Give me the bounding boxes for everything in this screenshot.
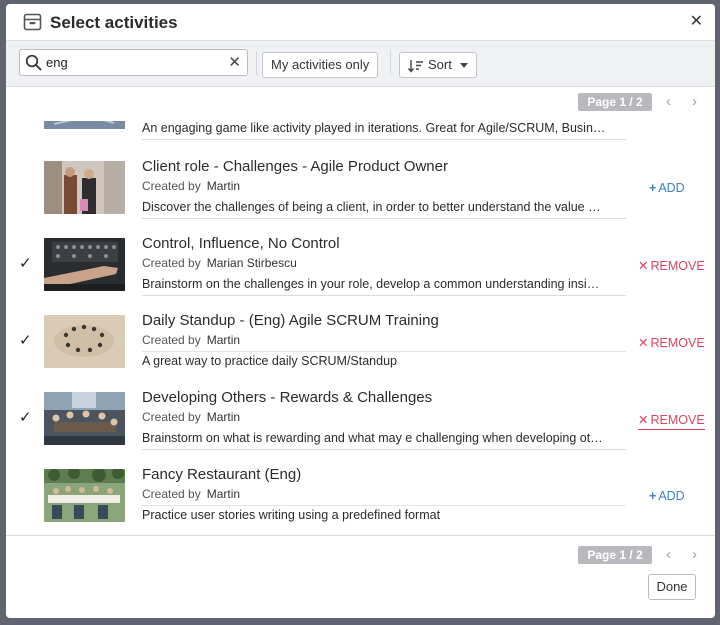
activity-thumbnail xyxy=(44,469,125,522)
list-item[interactable]: ✓ Developing Others - Rewards & Challeng… xyxy=(6,389,715,466)
page-indicator: Page 1 / 2 xyxy=(578,93,652,111)
toolbar-divider xyxy=(256,51,257,75)
row-divider xyxy=(142,351,626,352)
action-label: REMOVE xyxy=(650,336,705,350)
add-activity-button[interactable]: + ADD xyxy=(649,489,685,503)
pager-bottom: Page 1 / 2 ‹ › xyxy=(578,546,708,564)
my-activities-only-button[interactable]: My activities only xyxy=(262,52,379,78)
created-by-label: Created by xyxy=(142,256,201,270)
remove-activity-button[interactable]: ✕ REMOVE xyxy=(638,258,705,273)
prev-page-icon[interactable]: ‹ xyxy=(666,546,671,563)
row-divider xyxy=(142,505,626,506)
activity-creator: Created by Martin xyxy=(142,487,240,501)
list-item[interactable]: Fancy Restaurant (Eng) Created by Martin … xyxy=(6,466,715,536)
select-activities-dialog: Select activities ✕ ✕ My activities only… xyxy=(6,4,715,618)
next-page-icon[interactable]: › xyxy=(692,546,697,563)
clear-search-icon[interactable]: ✕ xyxy=(228,54,241,71)
created-by-label: Created by xyxy=(142,410,201,424)
created-by-label: Created by xyxy=(142,487,201,501)
plus-icon: + xyxy=(649,181,657,195)
sort-button[interactable]: Sort xyxy=(399,52,477,78)
activity-thumbnail xyxy=(44,161,125,214)
close-icon: ✕ xyxy=(638,336,649,350)
creator-name: Martin xyxy=(206,487,241,501)
list-item[interactable]: ✓ Daily Standup - (Eng) Agile SCRUM Trai… xyxy=(6,312,715,389)
created-by-label: Created by xyxy=(142,179,201,193)
box-icon xyxy=(23,13,42,31)
list-item[interactable]: Client role - Challenges - Agile Product… xyxy=(6,158,715,235)
check-icon: ✓ xyxy=(19,409,32,426)
action-label: REMOVE xyxy=(650,259,705,273)
add-activity-button[interactable]: + ADD xyxy=(649,181,685,195)
search-icon xyxy=(25,54,42,71)
creator-name: Martin xyxy=(206,333,241,347)
close-icon: ✕ xyxy=(638,259,649,273)
search-input[interactable] xyxy=(46,53,216,72)
prev-page-icon[interactable]: ‹ xyxy=(666,93,671,110)
action-label: REMOVE xyxy=(650,413,705,427)
page-indicator: Page 1 / 2 xyxy=(578,546,652,564)
activity-creator: Created by Martin xyxy=(142,333,240,347)
list-item[interactable]: ✓ Control, Influence, No Control Created… xyxy=(6,235,715,312)
creator-name: Marian Stirbescu xyxy=(206,256,297,270)
activity-creator: Created by Martin xyxy=(142,410,240,424)
activity-creator: Created by Marian Stirbescu xyxy=(142,256,297,270)
activity-thumbnail xyxy=(44,121,125,129)
check-icon: ✓ xyxy=(19,332,32,349)
list-item[interactable]: An engaging game like activity played in… xyxy=(6,121,715,140)
activity-creator: Created by Martin xyxy=(142,179,240,193)
close-icon: ✕ xyxy=(638,413,649,427)
dialog-header: Select activities ✕ xyxy=(6,4,715,40)
toolbar: ✕ My activities only Sort xyxy=(6,40,715,87)
plus-icon: + xyxy=(649,489,657,503)
check-icon: ✓ xyxy=(19,255,32,272)
activity-description: Brainstorm on what is rewarding and what… xyxy=(142,431,626,450)
pager-top: Page 1 / 2 ‹ › xyxy=(578,93,708,111)
activity-description: A great way to practice daily SCRUM/Stan… xyxy=(142,354,397,368)
activity-thumbnail xyxy=(44,392,125,445)
remove-activity-button[interactable]: ✕ REMOVE xyxy=(638,412,705,430)
close-icon[interactable]: ✕ xyxy=(690,13,703,31)
toolbar-divider xyxy=(390,51,391,75)
activity-name: Control, Influence, No Control xyxy=(142,235,340,252)
activity-thumbnail xyxy=(44,238,125,291)
action-label: ADD xyxy=(658,181,685,195)
chevron-down-icon xyxy=(459,63,468,69)
activity-thumbnail xyxy=(44,315,125,368)
creator-name: Martin xyxy=(206,179,241,193)
activity-description: An engaging game like activity played in… xyxy=(142,121,626,140)
sort-icon xyxy=(408,59,423,73)
activity-description: Practice user stories writing using a pr… xyxy=(142,508,441,522)
done-button[interactable]: Done xyxy=(648,574,696,600)
search-box: ✕ xyxy=(19,49,248,76)
activity-name: Daily Standup - (Eng) Agile SCRUM Traini… xyxy=(142,312,439,329)
action-label: ADD xyxy=(658,489,685,503)
dialog-title: Select activities xyxy=(50,13,178,32)
activity-description: Discover the challenges of being a clien… xyxy=(142,200,626,219)
activity-name: Client role - Challenges - Agile Product… xyxy=(142,158,448,175)
activity-name: Developing Others - Rewards & Challenges xyxy=(142,389,433,406)
sort-label: Sort xyxy=(428,57,452,72)
creator-name: Martin xyxy=(206,410,241,424)
next-page-icon[interactable]: › xyxy=(692,93,697,110)
created-by-label: Created by xyxy=(142,333,201,347)
activity-name: Fancy Restaurant (Eng) xyxy=(142,466,302,483)
activity-description: Brainstorm on the challenges in your rol… xyxy=(142,277,626,296)
activity-list: An engaging game like activity played in… xyxy=(6,121,715,536)
remove-activity-button[interactable]: ✕ REMOVE xyxy=(638,335,705,350)
